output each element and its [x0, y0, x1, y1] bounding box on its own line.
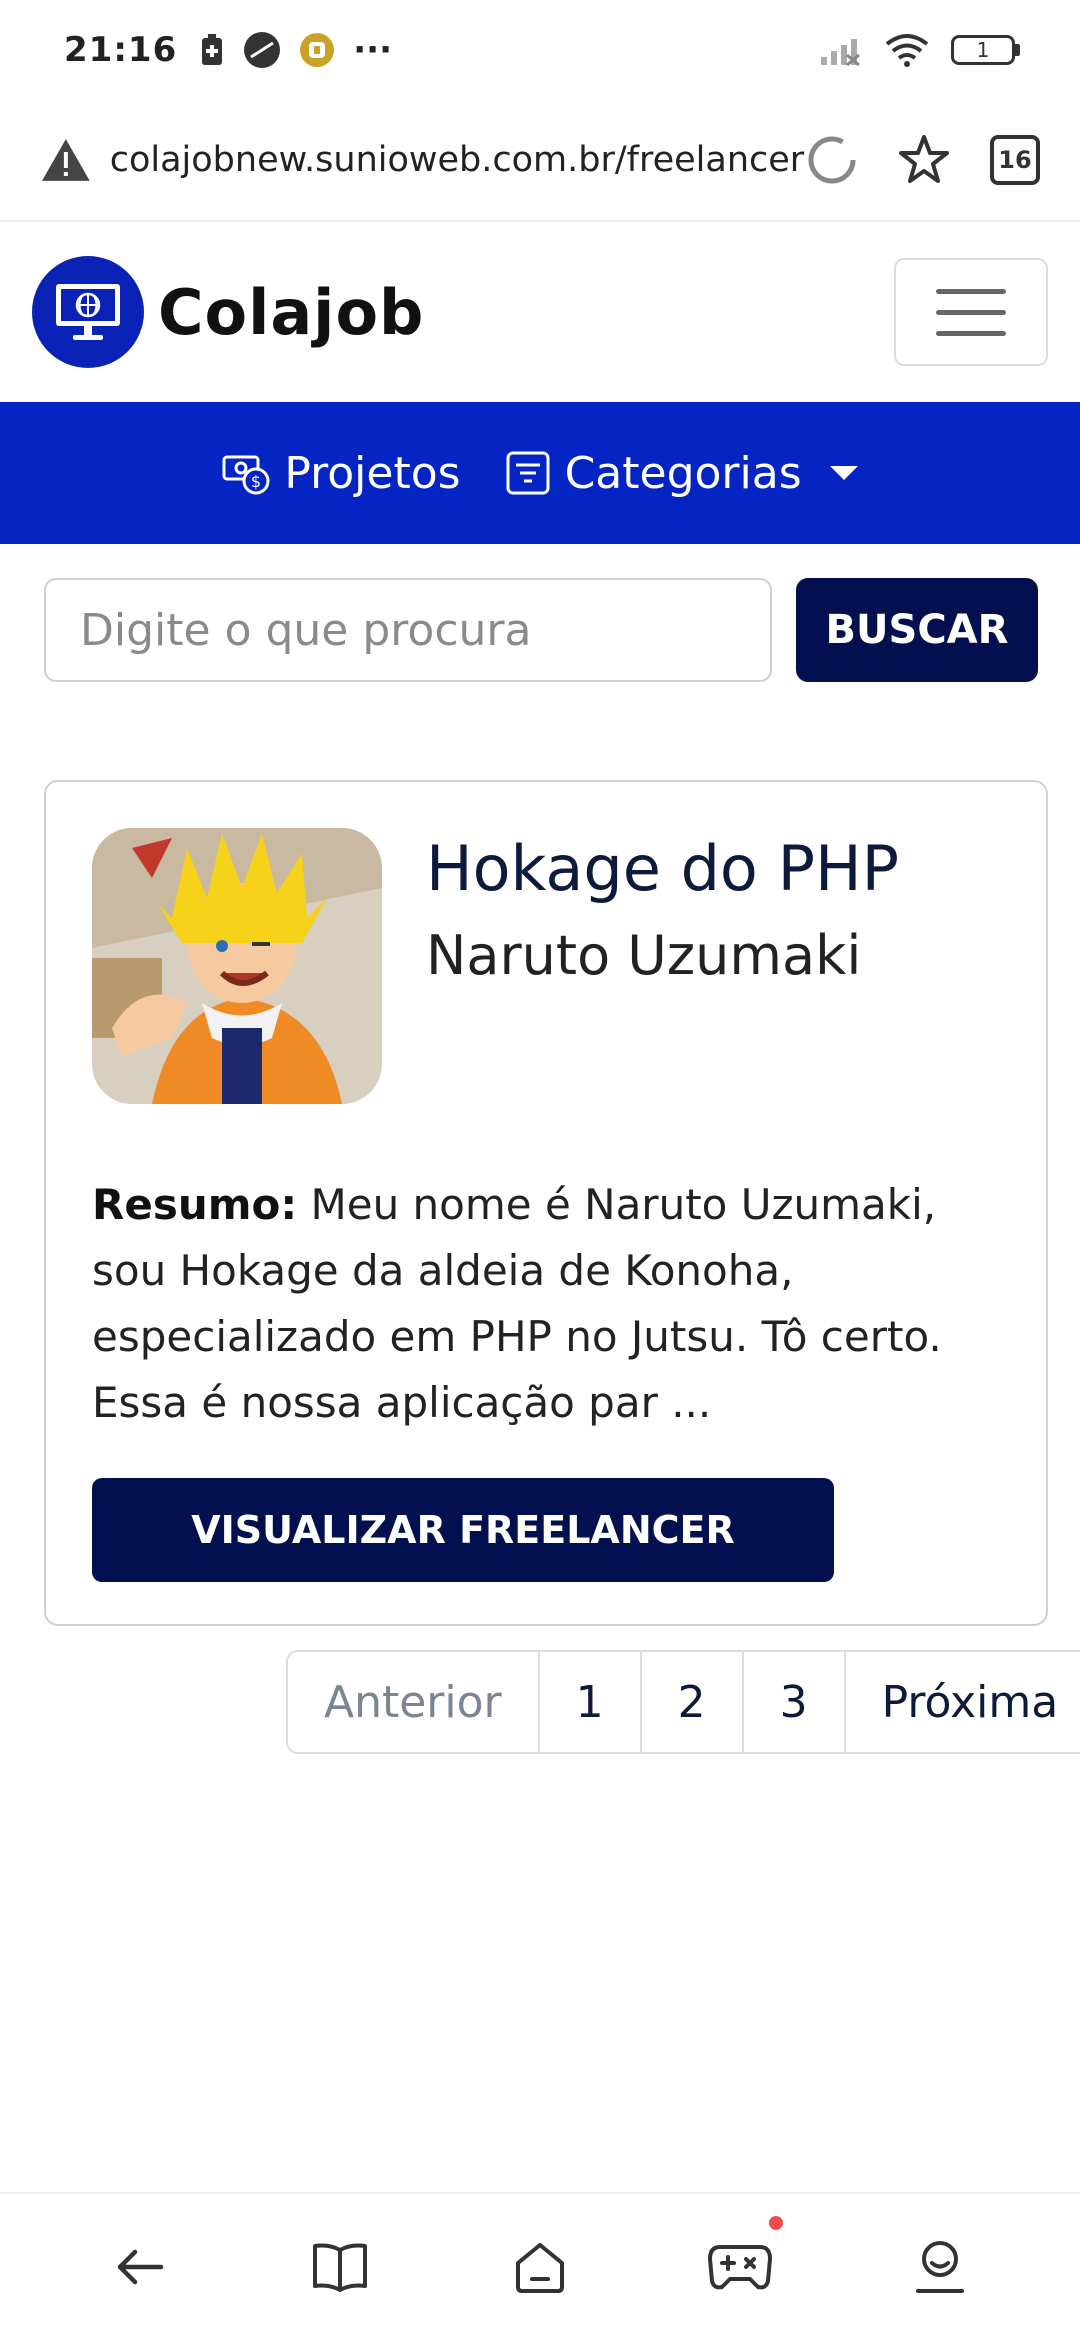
warning-icon[interactable]	[40, 137, 92, 183]
tabs-button[interactable]: 16	[990, 135, 1040, 185]
more-notifications-icon: ···	[353, 30, 392, 70]
status-time: 21:16	[64, 30, 178, 70]
card-summary: Resumo: Meu nome é Naruto Uzumaki, sou H…	[92, 1172, 1022, 1436]
book-icon	[313, 2243, 367, 2292]
battery-saver-icon	[202, 34, 223, 65]
search-form: BUSCAR	[44, 578, 1038, 682]
battery-level: 1	[976, 38, 990, 62]
nav-categories[interactable]: Categorias	[505, 448, 858, 499]
status-system-icons: 1	[819, 32, 1020, 68]
profile-icon	[916, 2241, 964, 2293]
filter-list-icon	[506, 451, 550, 495]
status-bar: 21:16 ··· 1	[0, 0, 1080, 100]
profile-button[interactable]	[895, 2222, 985, 2312]
nav-projects-label: Projetos	[284, 447, 461, 499]
search-input[interactable]	[44, 578, 772, 682]
nav-categories-label: Categorias	[564, 447, 802, 499]
computer-globe-icon	[56, 284, 120, 340]
brand-name[interactable]: Colajob	[158, 276, 424, 349]
logo[interactable]	[32, 256, 144, 368]
pagination-page-3[interactable]: 3	[744, 1652, 846, 1752]
summary-label: Resumo:	[92, 1180, 298, 1229]
lock-app-icon	[300, 33, 335, 67]
home-icon	[516, 2243, 564, 2293]
site-header: Colajob	[0, 222, 1080, 402]
pagination-page-1[interactable]: 1	[540, 1652, 642, 1752]
main-nav: $ Projetos Categorias	[0, 402, 1080, 544]
signal-off-icon	[821, 39, 860, 67]
browser-toolbar: colajobnew.sunioweb.com.br/freelancer 16	[0, 100, 1080, 222]
money-icon: $	[222, 455, 270, 495]
nav-projects[interactable]: $ Projetos	[222, 447, 461, 499]
status-notification-icons: ···	[199, 30, 392, 70]
home-button[interactable]	[495, 2222, 585, 2312]
freelancer-name: Naruto Uzumaki	[426, 924, 862, 987]
pagination-next[interactable]: Próxima	[846, 1652, 1080, 1752]
loading-icon[interactable]	[806, 134, 858, 186]
back-button[interactable]	[95, 2222, 185, 2312]
freelancer-card: Hokage do PHP Naruto Uzumaki Resumo: Meu…	[44, 780, 1048, 1626]
hamburger-menu-button[interactable]	[894, 258, 1048, 366]
svg-text:$: $	[251, 472, 261, 491]
menu-icon	[936, 288, 1006, 294]
url-bar[interactable]: colajobnew.sunioweb.com.br/freelancer	[110, 140, 806, 180]
chevron-down-icon	[829, 466, 858, 480]
battery-icon: 1	[951, 35, 1020, 65]
bookmark-star-icon[interactable]	[896, 133, 952, 187]
pagination-previous[interactable]: Anterior	[288, 1652, 540, 1752]
pagination: Anterior 1 2 3 Próxima	[286, 1650, 1080, 1754]
search-button[interactable]: BUSCAR	[796, 578, 1038, 682]
card-title: Hokage do PHP	[426, 832, 899, 905]
games-button[interactable]	[695, 2216, 785, 2312]
bookmarks-button[interactable]	[295, 2222, 385, 2312]
wifi-icon	[885, 34, 929, 67]
avatar	[92, 828, 382, 1104]
browser-bottom-nav	[0, 2192, 1080, 2340]
back-arrow-icon	[117, 2249, 164, 2285]
notification-dot	[769, 2216, 783, 2230]
app-notification-icon	[244, 32, 281, 68]
view-freelancer-button[interactable]: VISUALIZAR FREELANCER	[92, 1478, 834, 1582]
gamepad-icon	[708, 2245, 772, 2290]
pagination-page-2[interactable]: 2	[642, 1652, 744, 1752]
